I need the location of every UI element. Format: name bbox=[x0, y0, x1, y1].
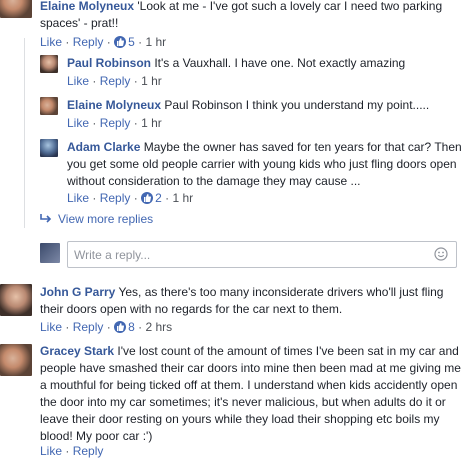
avatar[interactable] bbox=[0, 344, 32, 376]
reaction-count[interactable]: 2 bbox=[155, 191, 162, 205]
like-button[interactable]: Like bbox=[67, 116, 89, 130]
like-icon bbox=[141, 192, 154, 204]
timestamp[interactable]: 1 hr bbox=[141, 74, 162, 88]
comment-author[interactable]: Elaine Molyneux bbox=[67, 98, 161, 112]
reply-button[interactable]: Reply bbox=[73, 320, 104, 334]
timestamp[interactable]: 1 hr bbox=[141, 116, 162, 130]
reply-button[interactable]: Reply bbox=[100, 116, 131, 130]
reaction-count[interactable]: 8 bbox=[128, 320, 135, 334]
comment-text: It's a Vauxhall. I have one. Not exactly… bbox=[154, 56, 406, 70]
comment-actions: Like · Reply · 5 · 1 hr bbox=[40, 35, 167, 49]
avatar[interactable] bbox=[40, 55, 58, 73]
avatar[interactable] bbox=[0, 0, 32, 18]
comment-body: Elaine Molyneux 'Look at me - I've got s… bbox=[40, 0, 460, 32]
comment-body: Elaine Molyneux Paul Robinson I think yo… bbox=[67, 97, 467, 114]
like-button[interactable]: Like bbox=[67, 74, 89, 88]
reply-input[interactable] bbox=[68, 242, 420, 267]
comment-text: I've lost count of the amount of times I… bbox=[40, 344, 461, 443]
comment-body: John G Parry Yes, as there's too many in… bbox=[40, 284, 465, 318]
timestamp[interactable]: 1 hr bbox=[172, 191, 193, 205]
avatar bbox=[40, 243, 60, 263]
view-more-replies[interactable]: View more replies bbox=[40, 212, 153, 226]
like-button[interactable]: Like bbox=[40, 320, 62, 334]
like-button[interactable]: Like bbox=[40, 444, 62, 458]
reply-button[interactable]: Reply bbox=[73, 35, 104, 49]
reply-button[interactable]: Reply bbox=[100, 74, 131, 88]
comment-body: Paul Robinson It's a Vauxhall. I have on… bbox=[67, 55, 467, 72]
timestamp[interactable]: 1 hr bbox=[145, 35, 166, 49]
like-button[interactable]: Like bbox=[40, 35, 62, 49]
comment-author[interactable]: Paul Robinson bbox=[67, 56, 151, 70]
like-button[interactable]: Like bbox=[67, 191, 89, 205]
comment-actions: Like · Reply · 2 · 1 hr bbox=[67, 191, 194, 205]
comment-author[interactable]: Adam Clarke bbox=[67, 140, 140, 154]
comment-author[interactable]: Elaine Molyneux bbox=[40, 0, 134, 13]
comment-author[interactable]: Gracey Stark bbox=[40, 344, 114, 358]
avatar[interactable] bbox=[40, 139, 58, 157]
reply-button[interactable]: Reply bbox=[73, 444, 104, 458]
reaction-count[interactable]: 5 bbox=[128, 35, 135, 49]
comment-actions: Like · Reply · 1 hr bbox=[67, 116, 162, 130]
comment-actions: Like · Reply bbox=[40, 444, 104, 458]
avatar[interactable] bbox=[40, 97, 58, 115]
comment-actions: Like · Reply · 8 · 2 hrs bbox=[40, 320, 173, 334]
like-icon bbox=[114, 321, 127, 333]
reply-box[interactable] bbox=[67, 241, 457, 268]
comment-body: Adam Clarke Maybe the owner has saved fo… bbox=[67, 139, 462, 190]
emoji-icon[interactable] bbox=[434, 247, 448, 261]
reply-arrow-icon bbox=[40, 214, 52, 223]
timestamp[interactable]: 2 hrs bbox=[145, 320, 172, 334]
reply-button[interactable]: Reply bbox=[100, 191, 131, 205]
comment-body: Gracey Stark I've lost count of the amou… bbox=[40, 343, 465, 445]
thread-line bbox=[24, 38, 25, 228]
comment-text: Paul Robinson I think you understand my … bbox=[164, 98, 430, 112]
comment-author[interactable]: John G Parry bbox=[40, 285, 115, 299]
avatar[interactable] bbox=[0, 284, 32, 316]
like-icon bbox=[114, 36, 127, 48]
comment-actions: Like · Reply · 1 hr bbox=[67, 74, 162, 88]
